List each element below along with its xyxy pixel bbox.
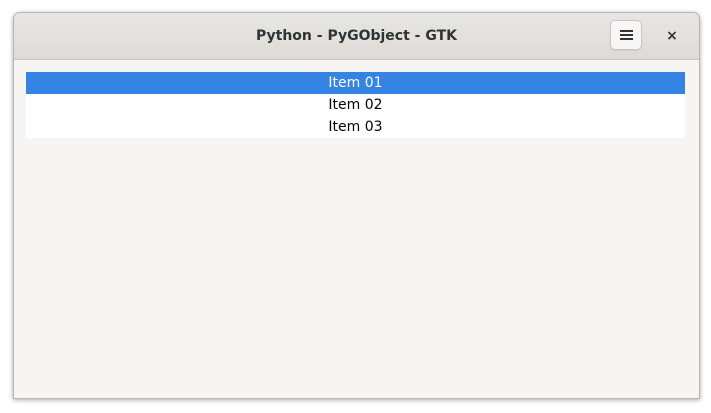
list-item-2[interactable]: Item 02 bbox=[26, 94, 685, 116]
list-item-label: Item 03 bbox=[328, 119, 383, 135]
item-list: Item 01 Item 02 Item 03 bbox=[26, 72, 685, 138]
list-item-label: Item 01 bbox=[328, 75, 383, 91]
list-item-3[interactable]: Item 03 bbox=[26, 116, 685, 138]
hamburger-menu-icon bbox=[620, 30, 633, 41]
close-button[interactable]: × bbox=[661, 25, 683, 47]
list-item-1[interactable]: Item 01 bbox=[26, 72, 685, 94]
app-window: Python - PyGObject - GTK × Item 01 Item … bbox=[13, 12, 700, 399]
header-bar[interactable]: Python - PyGObject - GTK × bbox=[14, 13, 699, 60]
menu-button[interactable] bbox=[610, 20, 642, 50]
window-title: Python - PyGObject - GTK bbox=[256, 28, 457, 44]
main-content: Item 01 Item 02 Item 03 bbox=[14, 60, 699, 398]
close-icon: × bbox=[666, 28, 678, 44]
list-item-label: Item 02 bbox=[328, 97, 383, 113]
